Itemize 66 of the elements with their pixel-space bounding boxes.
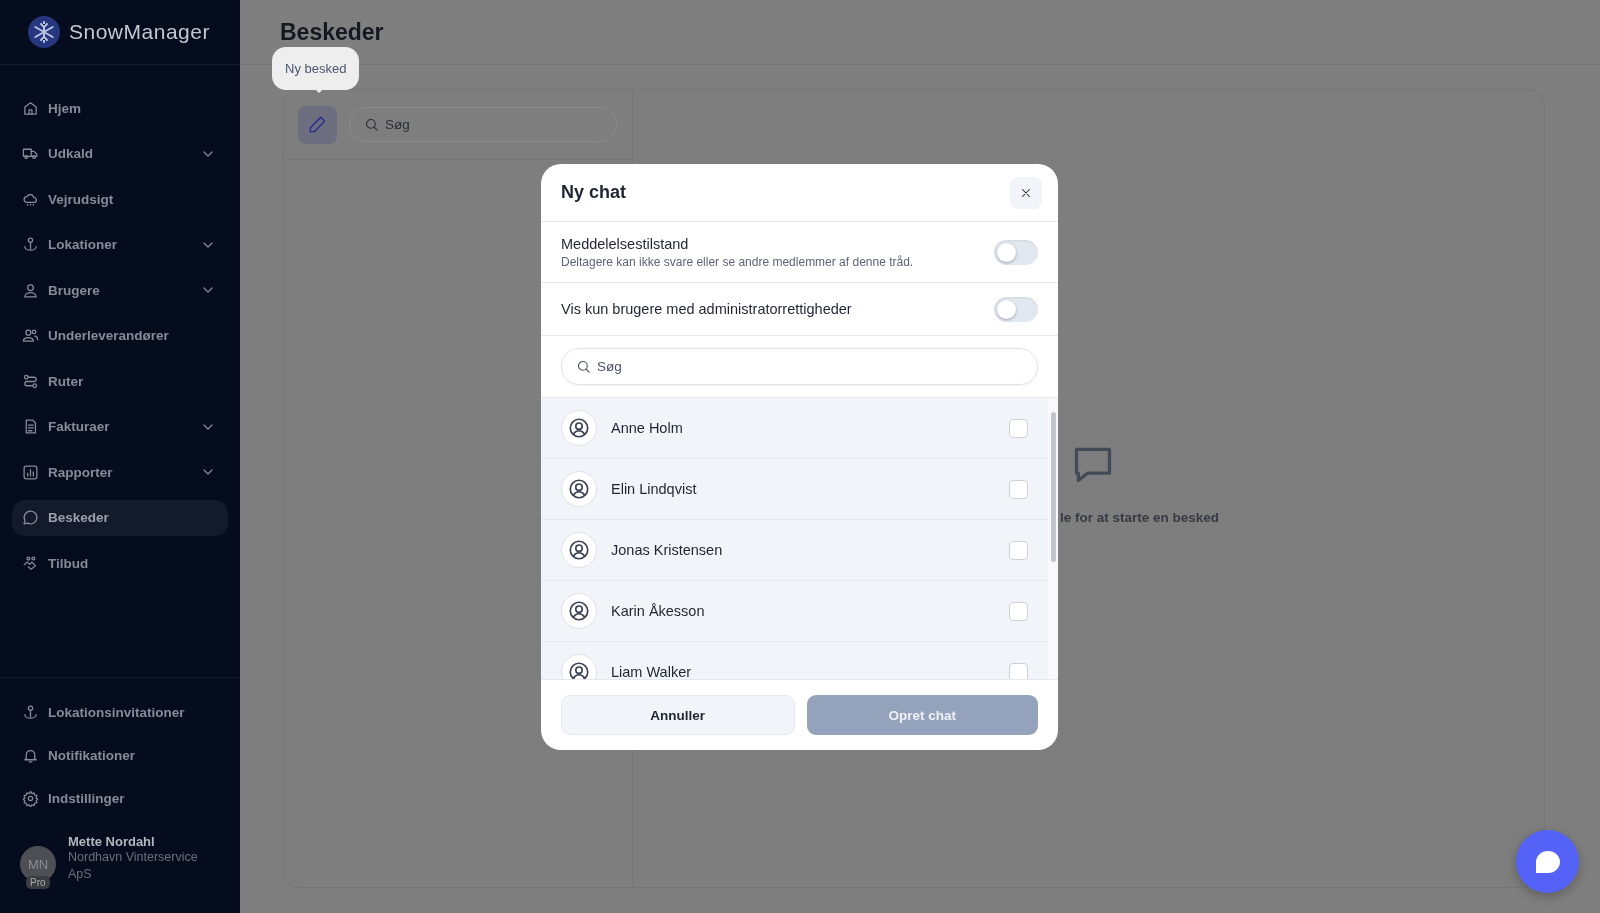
checkbox[interactable]: [1009, 479, 1028, 499]
users-icon: [22, 327, 39, 344]
user-name: Karin Åkesson: [611, 603, 706, 619]
anchor-pin-icon: [22, 236, 39, 253]
search-icon: [576, 359, 591, 374]
nav-item[interactable]: Lokationer: [12, 226, 228, 263]
user-list-item[interactable]: Karin Åkesson: [541, 581, 1048, 642]
nav-item[interactable]: Tilbud: [12, 545, 228, 581]
search-field[interactable]: Søg: [561, 348, 1038, 385]
search-icon: [364, 117, 379, 132]
user-list-item[interactable]: Jonas Kristensen: [541, 520, 1048, 581]
checkbox[interactable]: [1009, 662, 1028, 679]
route-icon: [22, 372, 39, 390]
dialog-title: Ny chat: [561, 182, 627, 203]
settings-icon: [22, 789, 39, 807]
user-list-item[interactable]: Anne Holm: [541, 398, 1048, 459]
anchor-pin-icon: [22, 703, 39, 721]
tooltip: Ny besked: [272, 47, 360, 90]
user-name: Anne Holm: [611, 420, 684, 436]
chat-bubble-icon: [22, 509, 39, 526]
nav-item[interactable]: Vejrudsigt: [12, 181, 228, 217]
nav-item[interactable]: Fakturaer: [12, 408, 228, 445]
chat-bubble-icon: [1535, 850, 1560, 873]
nav-item[interactable]: Rapporter: [12, 454, 228, 490]
close-button[interactable]: [1010, 176, 1042, 209]
toggle-label: Vis kun brugere med administratorrettigheder: [561, 301, 852, 317]
user-icon: [22, 281, 39, 299]
user-name: Liam Walker: [611, 664, 693, 679]
cancel-button[interactable]: Annuller: [561, 695, 795, 735]
checkbox[interactable]: [1009, 540, 1028, 560]
nav-item[interactable]: Lokationsinvitationer: [12, 694, 228, 730]
toggle-label: Meddelelsestilstand: [561, 235, 690, 252]
nav-item[interactable]: Indstillinger: [12, 780, 228, 816]
checkbox[interactable]: [1009, 418, 1028, 438]
app-logo-text: SnowManager: [69, 20, 210, 44]
empty-state-text: le for at starte en besked: [1060, 510, 1221, 525]
nav-item[interactable]: Notifikationer: [12, 737, 228, 773]
user-avatar-icon: [561, 471, 597, 507]
nav-item[interactable]: Ruter: [12, 363, 228, 399]
page-title: Beskeder: [280, 18, 384, 46]
bar-chart-icon: [22, 463, 39, 481]
toggle-switch[interactable]: [994, 239, 1038, 265]
user-avatar-icon: [561, 593, 597, 629]
toggle-switch[interactable]: [994, 296, 1038, 322]
user-list-item[interactable]: Elin Lindqvist: [541, 459, 1048, 520]
plan-badge: Pro: [26, 876, 50, 889]
nav-item[interactable]: Hjem: [12, 90, 228, 126]
user-avatar-icon: [561, 410, 597, 446]
user-name: Jonas Kristensen: [611, 542, 724, 558]
user-avatar-icon: [561, 532, 597, 568]
nav-item[interactable]: Brugere: [12, 272, 228, 308]
nav-item[interactable]: Beskeder: [12, 499, 228, 536]
pencil-icon: [308, 115, 327, 134]
avatar-initials: MN: [27, 856, 49, 872]
home-icon: [22, 99, 39, 117]
nav-item[interactable]: Udkald: [12, 135, 228, 172]
snowflake-logo-icon: [28, 16, 60, 48]
toggle-description: Deltagere kan ikke svare eller se andre medlemmer af denne tråd.: [561, 254, 914, 269]
chat-launcher-button[interactable]: [1516, 830, 1579, 893]
user-name: Mette Nordahl: [68, 834, 156, 849]
new-message-button[interactable]: [298, 105, 337, 144]
checkbox[interactable]: [1009, 601, 1028, 621]
nav-item[interactable]: Underleverandører: [12, 317, 228, 354]
scrollbar[interactable]: [1048, 398, 1058, 679]
company-name: Nordhavn Vinterservice ApS: [68, 849, 199, 883]
user-name: Elin Lindqvist: [611, 481, 698, 497]
